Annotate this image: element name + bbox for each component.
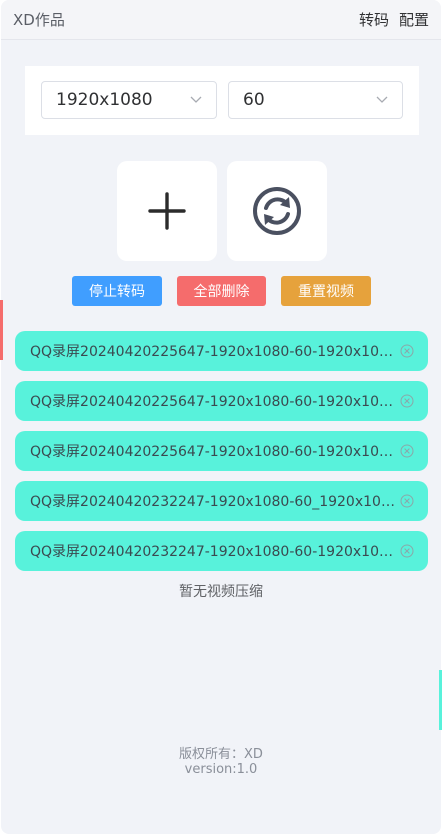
- close-circle-icon[interactable]: [400, 544, 414, 558]
- file-item[interactable]: QQ录屏20240420225647-1920x1080-60-1920x108…: [15, 381, 428, 421]
- add-video-button[interactable]: [117, 161, 217, 261]
- settings-panel: 1920x1080 60: [25, 66, 419, 135]
- app-window: XD作品 转码 配置 1920x1080 60 停止转码 全部删除 重置视频 Q…: [1, 0, 441, 834]
- fps-select[interactable]: 60: [228, 81, 403, 119]
- file-name: QQ录屏20240420232247-1920x1080-60-1920x108…: [30, 544, 398, 560]
- plus-icon: [148, 192, 186, 230]
- file-name: QQ录屏20240420225647-1920x1080-60-1920x108…: [30, 344, 398, 360]
- stop-transcode-button[interactable]: 停止转码: [72, 276, 162, 306]
- fps-value: 60: [243, 90, 265, 110]
- refresh-button[interactable]: [227, 161, 327, 261]
- close-circle-icon[interactable]: [400, 344, 414, 358]
- reset-video-button[interactable]: 重置视频: [281, 276, 371, 306]
- file-item[interactable]: QQ录屏20240420232247-1920x1080-60_1920x108…: [15, 481, 428, 521]
- close-circle-icon[interactable]: [400, 394, 414, 408]
- menu-transcode[interactable]: 转码: [359, 9, 389, 30]
- resolution-value: 1920x1080: [56, 90, 153, 110]
- file-name: QQ录屏20240420225647-1920x1080-60-1920x108…: [30, 444, 398, 460]
- background-window-edge: [0, 300, 3, 360]
- top-menu: 转码 配置: [359, 9, 429, 30]
- app-title: XD作品: [13, 11, 65, 29]
- file-name: QQ录屏20240420225647-1920x1080-60-1920x108…: [30, 394, 398, 410]
- version-text: version:1.0: [184, 762, 258, 777]
- chevron-down-icon: [190, 96, 202, 103]
- delete-all-button[interactable]: 全部删除: [177, 276, 266, 306]
- refresh-icon: [253, 187, 301, 235]
- file-item[interactable]: QQ录屏20240420225647-1920x1080-60-1920x108…: [15, 331, 428, 371]
- file-list: QQ录屏20240420225647-1920x1080-60-1920x108…: [15, 331, 428, 581]
- empty-status-text: 暂无视频压缩: [179, 584, 263, 600]
- menu-config[interactable]: 配置: [399, 9, 429, 30]
- chevron-down-icon: [376, 96, 388, 103]
- file-item[interactable]: QQ录屏20240420232247-1920x1080-60-1920x108…: [15, 531, 428, 571]
- title-bar: XD作品 转码 配置: [1, 0, 441, 40]
- close-circle-icon[interactable]: [400, 494, 414, 508]
- file-item[interactable]: QQ录屏20240420225647-1920x1080-60-1920x108…: [15, 431, 428, 471]
- copyright-text: 版权所有：XD: [179, 747, 263, 762]
- file-name: QQ录屏20240420232247-1920x1080-60_1920x108…: [30, 494, 398, 510]
- close-circle-icon[interactable]: [400, 444, 414, 458]
- resolution-select[interactable]: 1920x1080: [41, 81, 217, 119]
